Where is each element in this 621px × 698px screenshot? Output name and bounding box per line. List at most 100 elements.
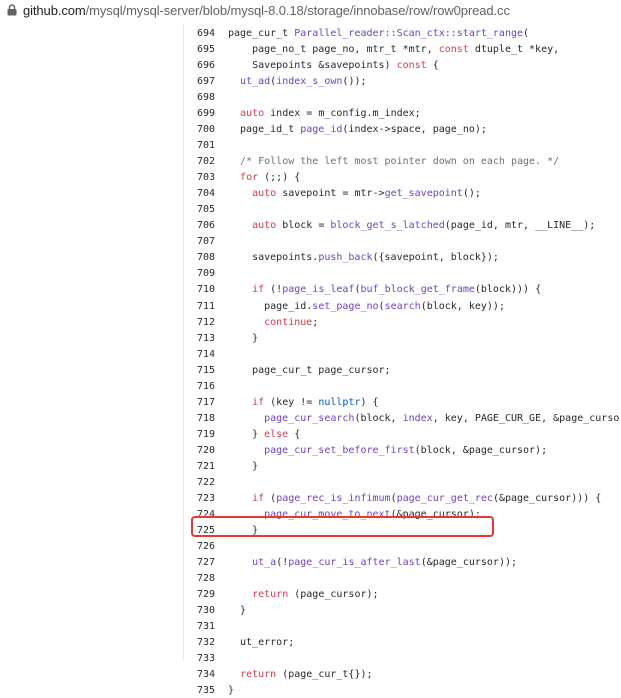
code-token: page_rec_is_infimum [276,492,391,504]
line-number[interactable]: 711 [185,299,215,314]
code-text: page_no_t page_no, mtr_t *mtr, const dtu… [228,42,559,57]
line-number[interactable]: 726 [185,539,215,554]
code-token: page_cur_is_after_last [288,556,421,568]
code-line: 709 [0,266,621,281]
code-token: auto [240,108,265,120]
line-number[interactable]: 727 [185,555,215,570]
line-number[interactable]: 731 [185,619,215,634]
code-text: ut_ad(index_s_own()); [228,74,367,89]
line-number[interactable]: 712 [185,315,215,330]
code-token: block_get_s_latched [330,220,445,232]
code-text: if (!page_is_leaf(buf_block_get_frame(bl… [228,282,541,297]
code-token: { [288,428,301,440]
code-text: page_id_t page_id(index->space, page_no)… [228,122,487,137]
code-line: 700 page_id_t page_id(index->space, page… [0,122,621,137]
line-number[interactable]: 722 [185,475,215,490]
code-text: ut_error; [228,635,294,650]
line-number[interactable]: 721 [185,459,215,474]
line-number[interactable]: 719 [185,427,215,442]
url-host: github.com [23,3,86,18]
line-number[interactable]: 705 [185,202,215,217]
code-token: if [252,396,265,408]
code-token: (&page_cursor)); [420,556,518,568]
line-number[interactable]: 729 [185,587,215,602]
code-line: 704 auto savepoint = mtr->get_savepoint(… [0,186,621,201]
line-number[interactable]: 703 [185,170,215,185]
line-number[interactable]: 715 [185,363,215,378]
code-token: (); [462,188,481,200]
line-number[interactable]: 710 [185,282,215,297]
line-number[interactable]: 698 [185,90,215,105]
line-number[interactable]: 728 [185,571,215,586]
code-text: page_cur_t Parallel_reader::Scan_ctx::st… [228,26,529,41]
code-token: (page_cursor); [288,589,379,601]
code-line: 718 page_cur_search(block, index, key, P… [0,411,621,426]
line-number[interactable]: 702 [185,154,215,169]
code-token: } [228,460,259,472]
code-token: ut_error; [228,637,295,649]
code-text: return (page_cur_t{}); [228,667,372,682]
line-number[interactable]: 695 [185,42,215,57]
code-line: 708 savepoints.push_back({savepoint, blo… [0,250,621,265]
line-number[interactable]: 709 [185,266,215,281]
line-number[interactable]: 707 [185,234,215,249]
line-number[interactable]: 723 [185,491,215,506]
line-number[interactable]: 713 [185,331,215,346]
code-line: 728 [0,571,621,586]
code-line: 729 return (page_cursor); [0,587,621,602]
code-token: if [252,492,265,504]
line-number[interactable]: 700 [185,122,215,137]
code-text: page_id.set_page_no(search(block, key)); [228,299,505,314]
line-number[interactable]: 706 [185,218,215,233]
line-number[interactable]: 732 [185,635,215,650]
code-token: Savepoints &savepoints) [228,60,397,72]
line-number[interactable]: 717 [185,395,215,410]
line-number[interactable]: 720 [185,443,215,458]
code-token: page_cur_t page_cursor; [228,364,391,376]
code-line: 705 [0,202,621,217]
code-line: 715 page_cur_t page_cursor; [0,363,621,378]
line-number[interactable]: 694 [185,26,215,41]
code-token: search [384,300,421,312]
code-line: 734 return (page_cur_t{}); [0,667,621,682]
line-number[interactable]: 708 [185,250,215,265]
code-token: auto [252,188,277,200]
line-number[interactable]: 701 [185,138,215,153]
address-bar[interactable]: github.com/mysql/mysql-server/blob/mysql… [0,0,621,22]
line-number[interactable]: 699 [185,106,215,121]
code-line: 735} [0,683,621,698]
code-token: ()); [342,76,367,88]
code-line: 706 auto block = block_get_s_latched(pag… [0,218,621,233]
code-token: /* Follow the left most pointer down on … [240,156,560,168]
line-number[interactable]: 714 [185,347,215,362]
line-number[interactable]: 733 [185,651,215,666]
code-token: index_s_own [276,76,343,88]
code-token: savepoint = mtr-> [276,188,385,200]
code-line: 731 [0,619,621,634]
line-number[interactable]: 716 [185,379,215,394]
code-token: ( [523,28,530,39]
code-text: ut_a(!page_cur_is_after_last(&page_curso… [228,555,517,570]
code-line: 717 if (key != nullptr) { [0,395,621,410]
line-number[interactable]: 735 [185,683,215,698]
line-number[interactable]: 704 [185,186,215,201]
line-number[interactable]: 696 [185,58,215,73]
code-line: 732 ut_error; [0,635,621,650]
line-number[interactable]: 734 [185,667,215,682]
code-token: (block))) { [474,284,542,296]
line-number[interactable]: 730 [185,603,215,618]
code-token: const [438,44,469,56]
line-number[interactable]: 718 [185,411,215,426]
code-token: index [402,412,433,424]
code-line: 707 [0,234,621,249]
url-text[interactable]: github.com/mysql/mysql-server/blob/mysql… [23,3,510,18]
code-token: page_no_t page_no, mtr_t *mtr, [228,44,439,56]
line-number[interactable]: 697 [185,74,215,89]
lock-icon [7,4,17,16]
